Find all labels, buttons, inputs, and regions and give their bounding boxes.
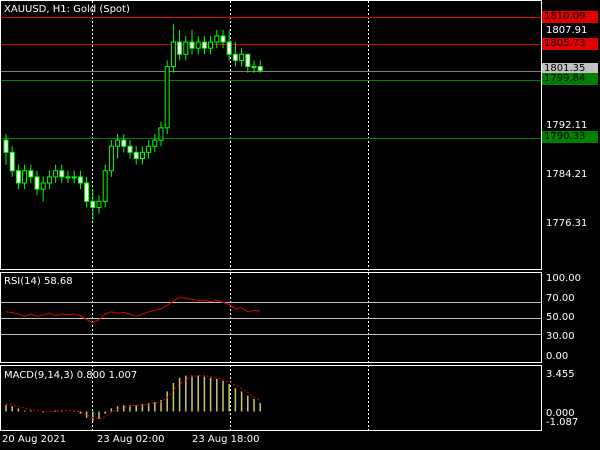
candle-body — [77, 176, 83, 184]
candle-body — [40, 182, 46, 190]
candle-body — [46, 176, 52, 184]
candle-body — [59, 170, 65, 178]
candle-body — [108, 145, 114, 172]
candle-body — [251, 66, 257, 69]
price-axis-label: 1776.31 — [546, 218, 588, 229]
candle-body — [90, 200, 96, 209]
candle-body — [257, 66, 263, 72]
candle-body — [9, 151, 15, 172]
candlesticks — [3, 23, 263, 220]
time-axis-label: 23 Aug 02:00 — [97, 434, 165, 445]
rsi-axis-label: 50.00 — [546, 312, 575, 323]
macd-axis-label: 3.455 — [546, 369, 575, 380]
rsi-axis-label: 100.00 — [546, 273, 581, 284]
price-axis-label: 1807.91 — [546, 25, 588, 36]
candle-body — [195, 41, 201, 49]
candle-body — [152, 139, 158, 147]
candle-body — [96, 200, 102, 209]
rsi-title: RSI(14) 58.68 — [4, 276, 73, 287]
candle-body — [183, 41, 189, 55]
rsi-level-lines — [1, 302, 541, 335]
panel-frames — [0, 0, 542, 431]
chart-canvas[interactable] — [0, 0, 600, 450]
macd-title: MACD(9,14,3) 0.800 1.007 — [4, 370, 138, 381]
candle-body — [208, 41, 214, 49]
candle-body — [22, 170, 28, 184]
time-axis-label: 23 Aug 18:00 — [192, 434, 260, 445]
candle-body — [164, 66, 170, 129]
macd-axis-label: -1.087 — [546, 417, 579, 428]
time-axis-label: 20 Aug 2021 — [2, 434, 67, 445]
chart-title: XAUUSD, H1: Gold (Spot) — [4, 4, 130, 15]
candle-body — [53, 170, 59, 178]
candle-body — [84, 182, 90, 202]
candle-body — [239, 53, 245, 61]
candle-body — [71, 176, 77, 179]
candle-body — [127, 145, 133, 153]
rsi-axis-label: 0.00 — [546, 351, 569, 362]
candle-body — [3, 139, 9, 153]
candle-body — [226, 41, 232, 55]
macd-histogram — [5, 375, 261, 422]
rsi-axis-label: 30.00 — [546, 331, 575, 342]
candle-body — [28, 170, 34, 178]
candle-body — [15, 170, 21, 184]
price-tag-support: 1799.84 — [542, 73, 598, 85]
price-level-lines — [1, 17, 541, 139]
price-axis-label: 1784.21 — [546, 169, 588, 180]
macd-signal-line — [5, 375, 261, 420]
candle-body — [177, 41, 183, 55]
price-tag-resistance: 1810.09 — [542, 11, 598, 23]
candle-body — [170, 41, 176, 68]
candle-body — [133, 151, 139, 159]
candle-body — [158, 127, 164, 141]
price-tag-resistance: 1805.73 — [542, 38, 598, 50]
candle-body — [115, 139, 121, 147]
candle-body — [245, 53, 251, 68]
candle-body — [102, 170, 108, 202]
candle-body — [214, 35, 220, 43]
rsi-axis-label: 70.00 — [546, 293, 575, 304]
candle-body — [232, 53, 238, 61]
price-tag-support: 1790.33 — [542, 131, 598, 143]
candle-body — [34, 176, 40, 190]
candle-body — [65, 176, 71, 179]
candle-body — [189, 41, 195, 49]
candle-body — [201, 41, 207, 49]
candle-body — [121, 139, 127, 147]
candle-body — [146, 145, 152, 153]
candle-body — [139, 151, 145, 159]
candle-body — [220, 35, 226, 43]
